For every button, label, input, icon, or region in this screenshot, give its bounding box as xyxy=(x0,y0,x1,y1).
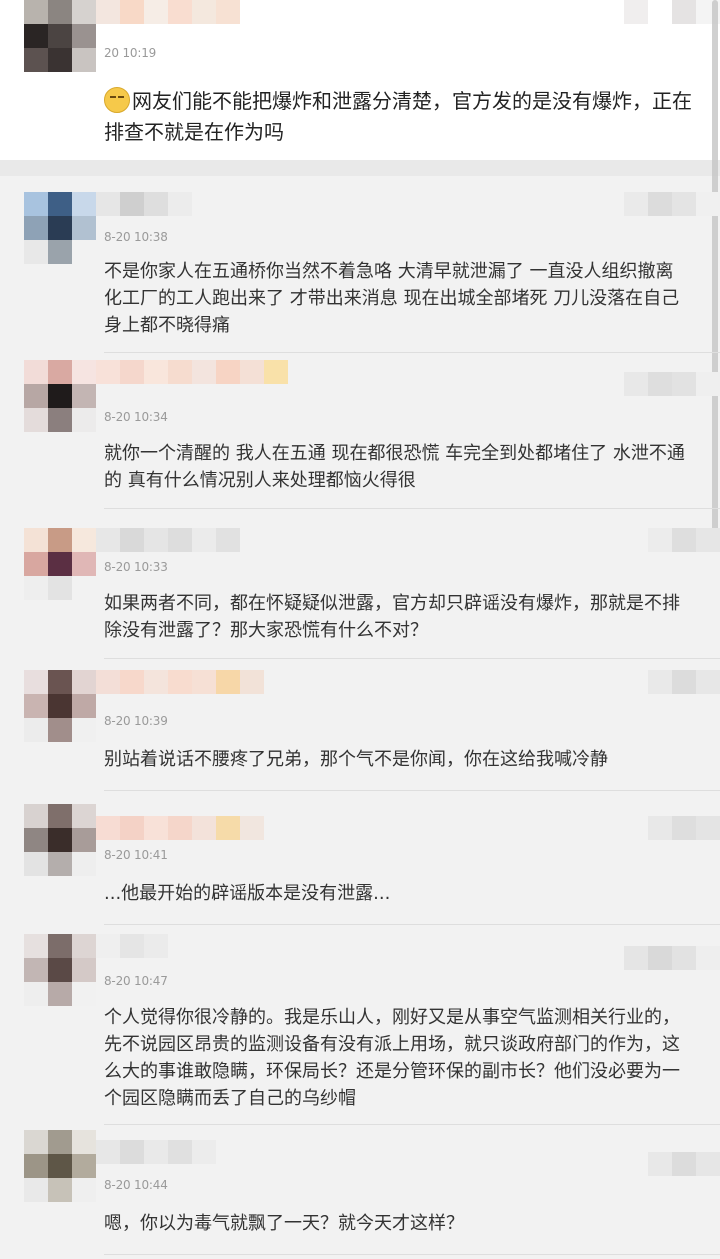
avatar[interactable] xyxy=(24,0,96,72)
divider xyxy=(104,1254,720,1255)
post-time: 20 10:19 xyxy=(104,46,157,60)
like-button-blurred[interactable] xyxy=(648,528,720,552)
avatar[interactable] xyxy=(24,1130,96,1202)
comment-text: 就你一个清醒的 我人在五通 现在都很恐慌 车完全到处都堵住了 水泄不通的 真有什… xyxy=(104,443,685,491)
comment-text: 嗯，你以为毒气就飘了一天？就今天才这样？ xyxy=(104,1213,464,1234)
username-blurred[interactable] xyxy=(96,1140,216,1164)
like-button-blurred[interactable] xyxy=(648,1152,720,1176)
like-button-blurred[interactable] xyxy=(624,372,720,396)
username-blurred[interactable] xyxy=(96,816,264,840)
avatar[interactable] xyxy=(24,670,96,742)
like-button-blurred[interactable] xyxy=(624,192,720,216)
avatar[interactable] xyxy=(24,528,96,600)
divider xyxy=(104,658,720,659)
comment-text: 如果两者不同，都在怀疑疑似泄露，官方却只辟谣没有爆炸，那就是不排除没有泄露了？那… xyxy=(104,593,680,641)
comment-time: 8-20 10:44 xyxy=(104,1178,168,1192)
like-button-blurred[interactable] xyxy=(624,946,720,970)
nervous-face-icon xyxy=(104,87,130,113)
username-blurred[interactable] xyxy=(96,934,168,958)
post-content: 网友们能不能把爆炸和泄露分清楚，官方发的是没有爆炸，正在排查不就是在作为吗 xyxy=(104,87,692,144)
comment-time: 8-20 10:41 xyxy=(104,848,168,862)
comment-text: 别站着说话不腰疼了兄弟，那个气不是你闻，你在这给我喊冷静 xyxy=(104,749,608,770)
like-button-blurred[interactable] xyxy=(648,816,720,840)
divider xyxy=(104,508,720,509)
avatar[interactable] xyxy=(24,192,96,264)
scrollbar[interactable] xyxy=(712,0,718,550)
comment-time: 8-20 10:39 xyxy=(104,714,168,728)
main-post-card: 20 10:19 网友们能不能把爆炸和泄露分清楚，官方发的是没有爆炸，正在排查不… xyxy=(0,0,720,160)
username-blurred[interactable] xyxy=(96,670,264,694)
comment-text: ...他最开始的辟谣版本是没有泄露... xyxy=(104,883,391,904)
username-blurred[interactable] xyxy=(96,0,240,24)
divider xyxy=(104,790,720,791)
divider xyxy=(104,924,720,925)
avatar[interactable] xyxy=(24,804,96,876)
comment-time: 8-20 10:33 xyxy=(104,560,168,574)
like-button-blurred[interactable] xyxy=(648,670,720,694)
comment-time: 8-20 10:34 xyxy=(104,410,168,424)
divider xyxy=(104,1124,720,1125)
comment-text: 个人觉得你很冷静的。我是乐山人，刚好又是从事空气监测相关行业的，先不说园区昂贵的… xyxy=(104,1007,680,1109)
comment-time: 8-20 10:47 xyxy=(104,974,168,988)
avatar[interactable] xyxy=(24,934,96,1006)
section-separator xyxy=(0,160,720,176)
like-button-blurred[interactable] xyxy=(624,0,720,24)
username-blurred[interactable] xyxy=(96,528,240,552)
divider xyxy=(104,352,720,353)
avatar[interactable] xyxy=(24,360,96,432)
username-blurred[interactable] xyxy=(96,192,192,216)
comment-time: 8-20 10:38 xyxy=(104,230,168,244)
comment-text: 不是你家人在五通桥你当然不着急咯 大清早就泄漏了 一直没人组织撤离 化工厂的工人… xyxy=(104,261,680,336)
username-blurred[interactable] xyxy=(96,360,288,384)
